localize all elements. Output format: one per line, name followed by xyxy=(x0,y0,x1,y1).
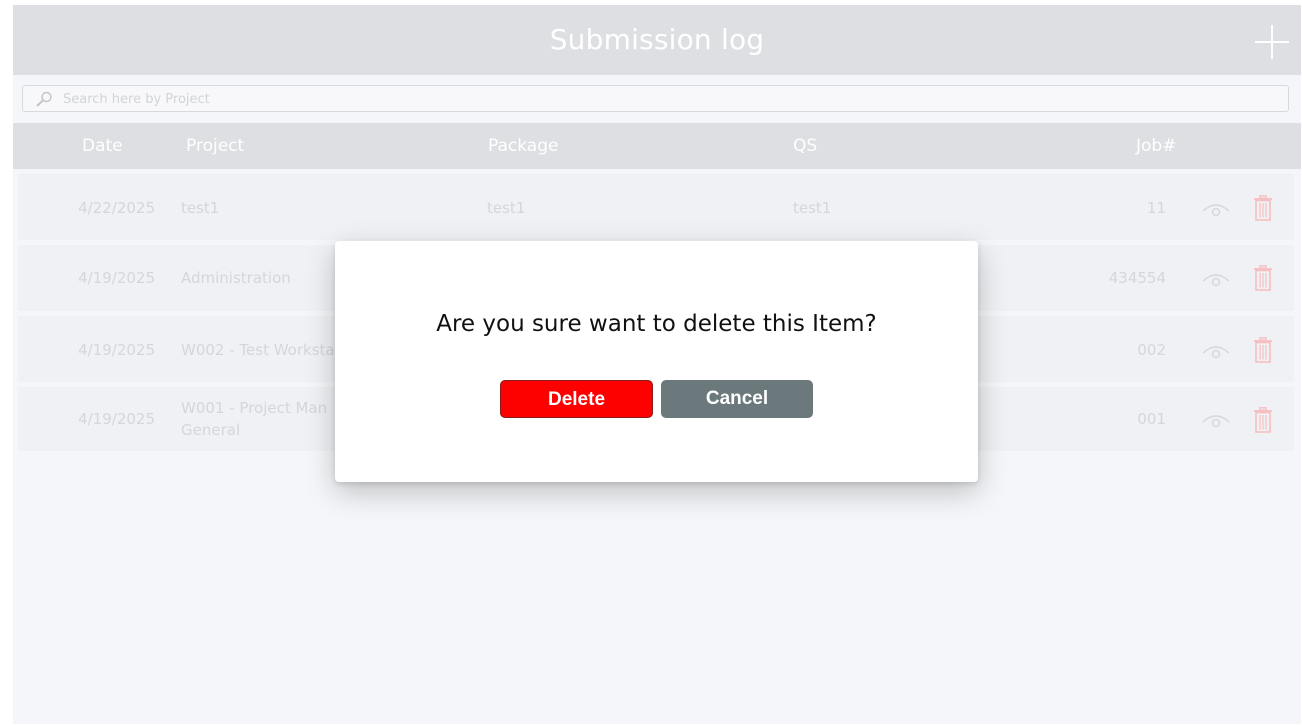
dialog-message: Are you sure want to delete this Item? xyxy=(436,311,877,337)
modal-overlay[interactable]: Are you sure want to delete this Item? D… xyxy=(0,0,1302,726)
delete-confirm-dialog: Are you sure want to delete this Item? D… xyxy=(335,241,978,482)
delete-button[interactable]: Delete xyxy=(500,380,653,418)
cancel-button[interactable]: Cancel xyxy=(661,380,813,418)
